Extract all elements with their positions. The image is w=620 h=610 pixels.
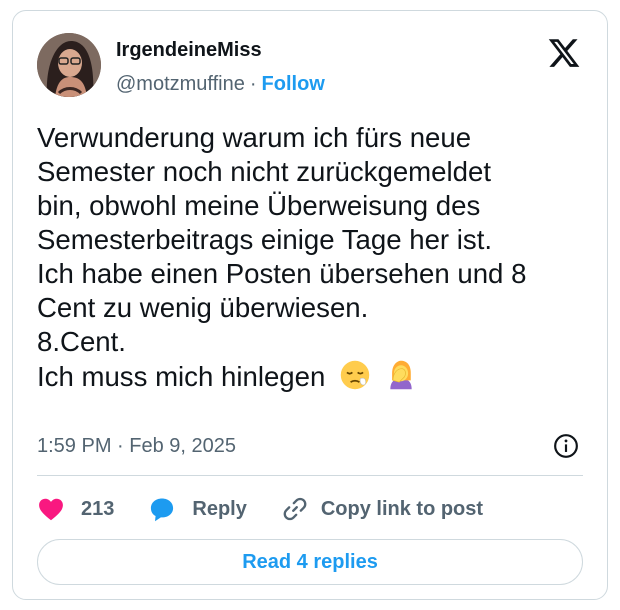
tweet-line: Verwunderung warum ich fürs neue: [37, 122, 472, 153]
tweet-line: Ich habe einen Posten übersehen und 8: [37, 258, 527, 289]
read-replies-button[interactable]: Read 4 replies: [37, 539, 583, 585]
sleepy-face-emoji-icon: [340, 360, 370, 390]
handle-row: @motzmuffine · Follow: [116, 73, 325, 96]
tweet-line: Semester noch nicht zurückgemeldet: [37, 156, 491, 187]
link-icon: [283, 497, 307, 521]
x-logo-icon[interactable]: [547, 36, 581, 70]
heart-icon: [39, 498, 63, 521]
copy-link-label: Copy link to post: [320, 497, 484, 520]
reply-label: Reply: [192, 497, 247, 520]
post-timestamp[interactable]: 1:59 PM · Feb 9, 2025: [37, 435, 236, 458]
like-count: 213: [81, 497, 115, 520]
avatar[interactable]: [37, 33, 101, 97]
like-button[interactable]: 213: [37, 495, 114, 523]
tweet-text: Verwunderung warum ich fürs neue Semeste…: [37, 121, 597, 394]
user-handle[interactable]: @motzmuffine: [116, 73, 245, 96]
action-bar: 213 Reply Copy link to post: [37, 493, 517, 525]
tweet-line: Cent zu wenig überwiesen.: [37, 292, 369, 323]
tweet-line: bin, obwohl meine Überweisung des: [37, 190, 481, 221]
tweet-line: 8.Cent.: [37, 326, 126, 357]
info-icon[interactable]: [553, 433, 579, 459]
follow-button[interactable]: Follow: [262, 73, 325, 96]
display-name[interactable]: IrgendeineMiss: [116, 39, 262, 62]
separator-dot: ·: [249, 73, 257, 95]
tweet-line: Ich muss mich hinlegen: [37, 361, 326, 392]
tweet-line-last: Ich muss mich hinlegen: [37, 359, 597, 394]
woman-facepalming-emoji-icon: [390, 360, 412, 390]
tweet-card: IrgendeineMiss @motzmuffine · Follow Ver…: [12, 10, 608, 600]
copy-link-button[interactable]: Copy link to post: [281, 495, 483, 523]
reply-button[interactable]: Reply: [148, 495, 247, 523]
tweet-line: Semesterbeitrags einige Tage her ist.: [37, 224, 493, 255]
divider: [37, 475, 583, 476]
reply-bubble-icon: [151, 498, 174, 522]
